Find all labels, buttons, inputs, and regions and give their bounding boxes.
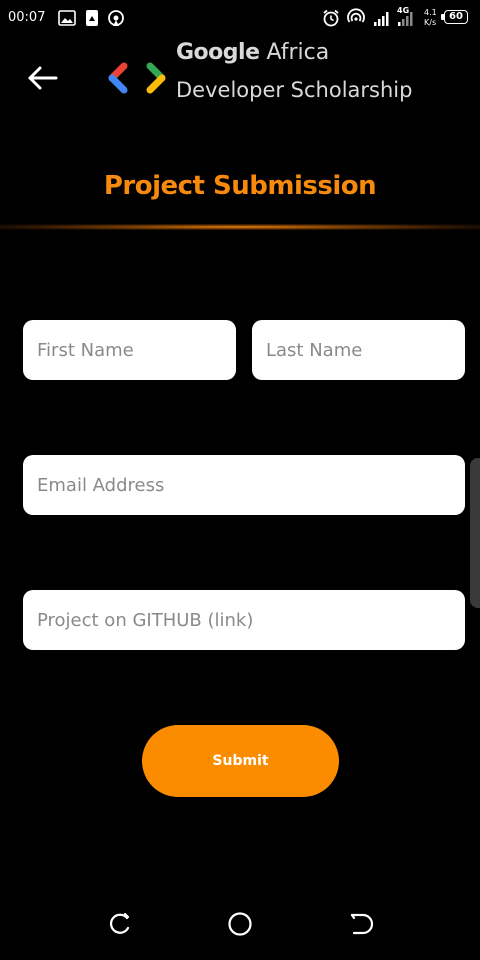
edge-panel-handle[interactable] <box>470 458 480 608</box>
speed-value: 4.1 <box>424 8 437 17</box>
brand-africa: Africa <box>266 40 330 65</box>
submit-button[interactable]: Submit <box>142 725 339 797</box>
email-input[interactable] <box>23 455 465 515</box>
back-nav-icon[interactable] <box>346 910 374 938</box>
page-title: Project Submission <box>103 171 377 201</box>
battery-icon: 60 <box>444 10 468 24</box>
signal-icon-2 <box>398 12 413 26</box>
first-name-input[interactable] <box>23 320 236 380</box>
status-time: 00:07 <box>8 10 46 25</box>
status-bar: 00:07 4G 4.1 K/s 60 <box>0 0 480 36</box>
back-arrow-icon[interactable] <box>26 62 60 94</box>
download-app-icon <box>86 10 98 26</box>
brand-title: Google Africa <box>176 40 329 65</box>
image-icon <box>58 10 76 26</box>
hotspot-icon <box>108 10 124 26</box>
brand-google: Google <box>176 40 260 65</box>
signal-icon <box>374 12 389 26</box>
wifi-hotspot-icon <box>347 8 365 23</box>
alarm-icon <box>323 9 339 27</box>
code-brackets-logo-icon <box>108 62 166 94</box>
github-link-input[interactable] <box>23 590 465 650</box>
title-divider <box>0 224 480 230</box>
speed-unit: K/s <box>424 18 437 27</box>
last-name-input[interactable] <box>252 320 465 380</box>
brand-subtitle: Developer Scholarship <box>176 78 413 102</box>
home-icon[interactable] <box>226 910 254 938</box>
recents-icon[interactable] <box>106 910 134 938</box>
